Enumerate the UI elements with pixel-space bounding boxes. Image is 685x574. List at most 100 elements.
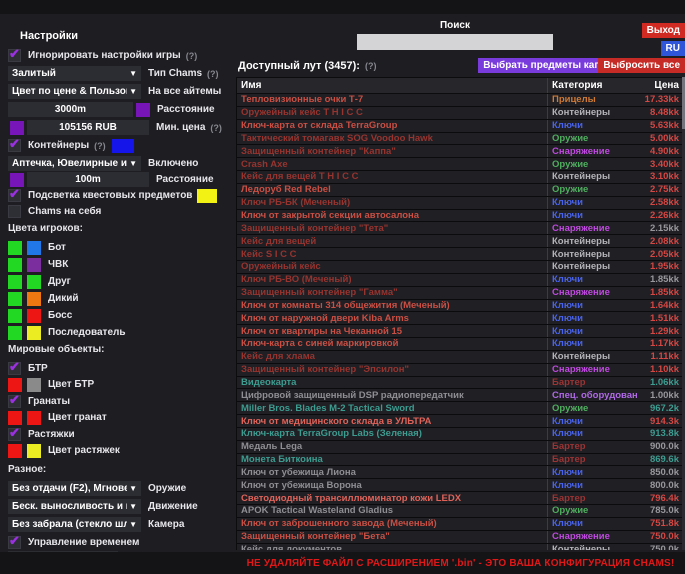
table-row[interactable]: Светодиодный трансиллюминатор кожи LEDXБ… <box>237 492 684 505</box>
grenade-swatch-2[interactable] <box>27 411 41 425</box>
table-row[interactable]: Кейс для вещейКонтейнеры2.08kk <box>237 235 684 248</box>
table-row[interactable]: Ледоруб Red RebelОружие2.75kk <box>237 184 684 197</box>
help-icon[interactable]: (?) <box>94 141 106 151</box>
weapon-select[interactable]: Без отдачи (F2), Мгновенное п ▼ <box>8 481 141 496</box>
distance-color-swatch[interactable] <box>136 103 150 117</box>
table-row[interactable]: Кейс S I C CКонтейнеры2.05kk <box>237 248 684 261</box>
chams-type-select[interactable]: Залитый ▼ <box>8 66 141 81</box>
btr-checkbox[interactable]: ✔ <box>8 362 21 375</box>
player-color-swatch-1[interactable] <box>8 241 22 255</box>
quest-highlight-checkbox[interactable]: ✔ <box>8 189 21 202</box>
table-row[interactable]: Ключ от убежища ВоронаКлючи800.0k <box>237 479 684 492</box>
language-button[interactable]: RU <box>661 41 685 56</box>
item-name: Miller Bros. Blades M-2 Tactical Sword <box>237 403 547 414</box>
grenades-checkbox[interactable]: ✔ <box>8 395 21 408</box>
movement-select[interactable]: Беск. выносливость и нет уста ▼ <box>8 499 141 514</box>
table-row[interactable]: Кейс для хламаКонтейнеры1.11kk <box>237 351 684 364</box>
help-icon[interactable]: (?) <box>365 61 377 71</box>
time-control-checkbox[interactable]: ✔ <box>8 536 21 549</box>
table-row[interactable]: Ключ от заброшенного завода (Меченый)Клю… <box>237 518 684 531</box>
table-row[interactable]: Тепловизионные очки Т-7Прицелы17.33kk <box>237 94 684 107</box>
item-price: 2.26kk <box>637 210 684 221</box>
movement-label: Движение <box>148 501 198 512</box>
btr-swatch-2[interactable] <box>27 378 41 392</box>
table-row[interactable]: Защищенный контейнер "Гамма"Снаряжение1.… <box>237 287 684 300</box>
player-color-swatch-2[interactable] <box>27 241 41 255</box>
table-row[interactable]: Crash AxeОружие3.40kk <box>237 158 684 171</box>
table-row[interactable]: Защищенный контейнер "Эпсилон"Снаряжение… <box>237 364 684 377</box>
table-row[interactable]: Ключ от комнаты 314 общежития (Меченый)К… <box>237 300 684 313</box>
containers-checkbox[interactable]: ✔ <box>8 139 21 152</box>
item-category: Снаряжение <box>547 145 637 157</box>
select-kappa-items-button[interactable]: Выбрать предметы каппа <box>478 58 617 73</box>
table-row[interactable]: APOK Tactical Wasteland GladiusОружие785… <box>237 505 684 518</box>
table-row[interactable]: Ключ РБ-ВО (Меченый)Ключи1.85kk <box>237 274 684 287</box>
player-color-swatch-1[interactable] <box>8 275 22 289</box>
table-row[interactable]: Защищенный контейнер "Каппа"Снаряжение4.… <box>237 145 684 158</box>
item-category: Ключи <box>547 518 637 530</box>
table-row[interactable]: Ключ от убежища ЛионаКлючи850.0k <box>237 466 684 479</box>
tripwires-checkbox[interactable]: ✔ <box>8 428 21 441</box>
table-row[interactable]: Ключ от квартиры на Чеканной 15Ключи1.29… <box>237 325 684 338</box>
table-row[interactable]: ВидеокартаБартер1.06kk <box>237 377 684 390</box>
table-row[interactable]: Ключ РБ-БК (Меченый)Ключи2.58kk <box>237 197 684 210</box>
table-row[interactable]: Miller Bros. Blades M-2 Tactical SwordОр… <box>237 402 684 415</box>
drop-all-button[interactable]: Выбросить все <box>598 58 685 73</box>
player-color-swatch-1[interactable] <box>8 292 22 306</box>
container-distance-color-swatch[interactable] <box>10 173 24 187</box>
player-color-swatch-2[interactable] <box>27 258 41 272</box>
table-row[interactable]: Монета БиткоинаБартер869.6k <box>237 454 684 467</box>
column-name[interactable]: Имя <box>237 80 547 91</box>
tripwire-swatch-1[interactable] <box>8 444 22 458</box>
table-row[interactable]: Ключ от медицинского склада в УЛЬТРАКлюч… <box>237 415 684 428</box>
table-row[interactable]: Ключ-карта с синей маркировкойКлючи1.17k… <box>237 338 684 351</box>
player-color-swatch-2[interactable] <box>27 326 41 340</box>
player-color-swatch-1[interactable] <box>8 309 22 323</box>
table-row[interactable]: Оружейный кейс T H I C CКонтейнеры8.48kk <box>237 107 684 120</box>
help-icon[interactable]: (?) <box>186 51 198 61</box>
item-name: Видеокарта <box>237 377 547 388</box>
help-icon[interactable]: (?) <box>207 69 219 79</box>
player-color-swatch-2[interactable] <box>27 292 41 306</box>
table-row[interactable]: Ключ от закрытой секции автосалонаКлючи2… <box>237 210 684 223</box>
grenade-swatch-1[interactable] <box>8 411 22 425</box>
table-row[interactable]: Ключ-карта от склада TerraGroupКлючи5.63… <box>237 120 684 133</box>
grenades-row: ✔ Гранаты <box>8 394 234 409</box>
table-row[interactable]: Кейс для вещей T H I C CКонтейнеры3.10kk <box>237 171 684 184</box>
exit-button[interactable]: Выход <box>642 23 685 38</box>
table-row[interactable]: Ключ-карта TerraGroup Labs (Зеленая)Ключ… <box>237 428 684 441</box>
color-mode-select[interactable]: Цвет по цене & Пользователь ▼ <box>8 84 141 99</box>
table-row[interactable]: Медаль LegaБартер900.0k <box>237 441 684 454</box>
table-row[interactable]: Защищенный контейнер "Бета"Снаряжение750… <box>237 531 684 544</box>
table-row[interactable]: Цифровой защищенный DSP радиопередатчикС… <box>237 389 684 402</box>
search-input[interactable] <box>357 34 553 50</box>
camera-row: Без забрала (стекло шлема) ▼ Камера <box>8 517 234 532</box>
distance-input[interactable] <box>8 102 133 117</box>
player-color-swatch-1[interactable] <box>8 326 22 340</box>
table-row[interactable]: Оружейный кейсКонтейнеры1.95kk <box>237 261 684 274</box>
container-distance-input[interactable] <box>27 172 149 187</box>
tripwire-swatch-2[interactable] <box>27 444 41 458</box>
table-row[interactable]: Защищенный контейнер "Тета"Снаряжение2.1… <box>237 222 684 235</box>
ignore-game-settings-checkbox[interactable]: ✔ <box>8 49 21 62</box>
table-row[interactable]: Тактический томагавк SOG Voodoo HawkОруж… <box>237 133 684 146</box>
containers-color-swatch[interactable] <box>112 139 134 153</box>
player-color-swatch-2[interactable] <box>27 275 41 289</box>
quest-highlight-color-swatch[interactable] <box>197 189 217 203</box>
column-category[interactable]: Категория <box>547 78 637 93</box>
chams-self-checkbox[interactable] <box>8 205 21 218</box>
min-price-input[interactable] <box>27 120 149 135</box>
table-row[interactable]: Ключ от наружной двери Kiba ArmsКлючи1.5… <box>237 312 684 325</box>
camera-select[interactable]: Без забрала (стекло шлема) ▼ <box>8 517 141 532</box>
table-row[interactable]: Кейс для документовКонтейнеры750.0k <box>237 544 684 550</box>
item-name: Медаль Lega <box>237 441 547 452</box>
help-icon[interactable]: (?) <box>210 123 222 133</box>
player-color-swatch-1[interactable] <box>8 258 22 272</box>
check-icon: ✔ <box>9 392 20 408</box>
min-price-color-swatch[interactable] <box>10 121 24 135</box>
column-price[interactable]: Цена <box>637 80 684 91</box>
player-color-swatch-2[interactable] <box>27 309 41 323</box>
btr-swatch-1[interactable] <box>8 378 22 392</box>
container-filter-select[interactable]: Аптечка, Ювелирные и... ▼ <box>8 156 141 171</box>
item-category: Бартер <box>547 454 637 466</box>
